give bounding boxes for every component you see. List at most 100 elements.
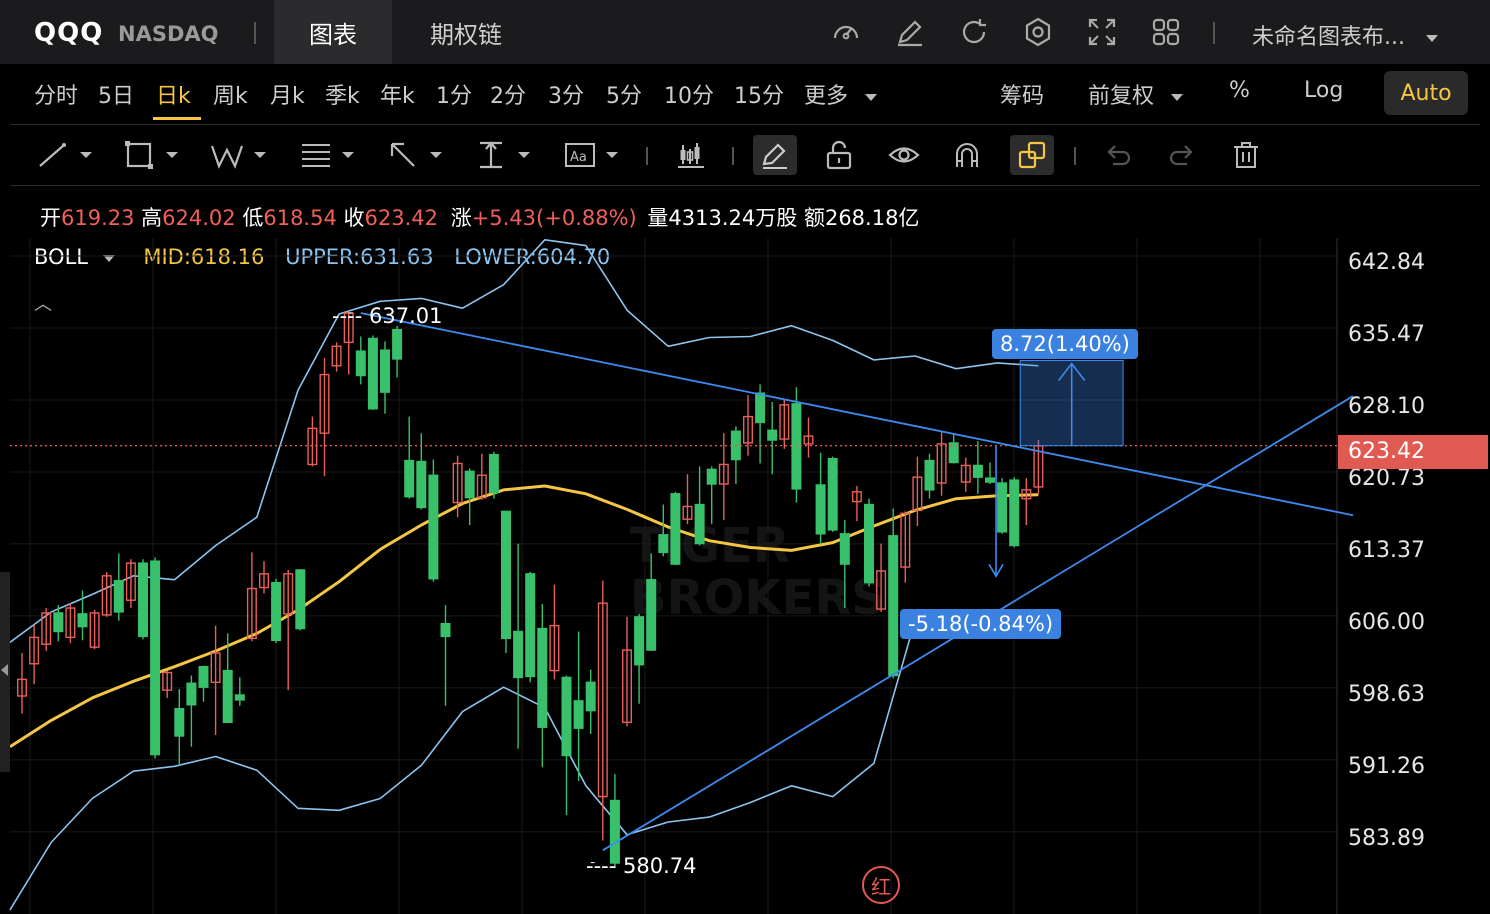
price-tick: 598.63 (1348, 682, 1425, 707)
period-monthly[interactable]: 月k (270, 78, 305, 110)
rectangle-tool-icon (125, 141, 178, 169)
fullscreen-icon[interactable] (1084, 14, 1120, 50)
drawing-toolbar: Aa (0, 125, 1490, 185)
price-tick: 613.37 (1348, 538, 1425, 563)
symbol[interactable]: QQQ (34, 18, 103, 48)
period-3min[interactable]: 3分 (548, 78, 584, 110)
candle-body (767, 429, 778, 441)
trash-icon (1234, 142, 1258, 168)
text-tool[interactable]: Aa (564, 135, 624, 175)
undo-button[interactable] (1103, 135, 1133, 175)
candlestick-chart[interactable] (0, 238, 1490, 914)
tab-chart[interactable]: 图表 (274, 0, 392, 64)
high-marker-value: 637.01 (369, 304, 443, 328)
candle-icon (678, 143, 704, 168)
left-panel-toggle[interactable] (0, 572, 10, 772)
candle-body (815, 484, 826, 535)
candle-body (997, 482, 1008, 533)
period-5day[interactable]: 5日 (98, 78, 134, 110)
auto-button[interactable]: Auto (1384, 71, 1468, 115)
fib-tool[interactable] (300, 135, 360, 175)
period-weekly[interactable]: 周k (213, 78, 248, 110)
candle-body (222, 669, 233, 724)
candle-body (670, 493, 681, 565)
period-5min[interactable]: 5分 (606, 78, 642, 110)
gauge-icon[interactable] (828, 14, 864, 50)
open-value: 619.23 (61, 206, 135, 230)
tab-option-chain[interactable]: 期权链 (406, 0, 526, 64)
chevron-left-icon (1, 664, 8, 676)
period-yearly[interactable]: 年k (380, 78, 415, 110)
boll-mid-line (9, 484, 1039, 749)
candle-body (137, 562, 148, 638)
measure-tool-icon (480, 141, 530, 169)
percent-button[interactable]: % (1229, 78, 1250, 103)
chips-button[interactable]: 筹码 (1000, 78, 1044, 110)
down-measure-label[interactable]: -5.18(-0.84%) (900, 609, 1062, 639)
change-label: 涨 (450, 206, 472, 230)
period-more[interactable]: 更多 (804, 78, 878, 110)
price-tick: 628.10 (1348, 394, 1425, 419)
candle-body (972, 464, 983, 478)
period-daily[interactable]: 日k (156, 78, 191, 110)
link-drawings-toggle[interactable] (1010, 135, 1054, 175)
active-period-underline (153, 117, 201, 120)
candle-body (113, 580, 124, 613)
chevron-down-icon (1425, 34, 1438, 42)
refresh-icon[interactable] (956, 14, 992, 50)
low-marker-value: 580.74 (623, 854, 697, 878)
undo-icon (1107, 145, 1131, 166)
layout-name: 未命名图表布... (1252, 25, 1405, 50)
candle-body (488, 453, 499, 494)
period-intraday[interactable]: 分时 (34, 78, 78, 110)
draw-mode-toggle[interactable] (753, 135, 797, 175)
magnet-tool[interactable] (952, 135, 982, 175)
pen-icon (762, 143, 787, 169)
lock-tool[interactable] (824, 135, 854, 175)
up-measure-label[interactable]: 8.72(1.40%) (992, 329, 1138, 359)
measure-tool[interactable] (476, 135, 536, 175)
period-15min[interactable]: 15分 (734, 78, 784, 110)
candle-type-tool[interactable] (676, 135, 706, 175)
divider (646, 147, 648, 165)
settings-icon[interactable] (1020, 14, 1056, 50)
low-value: 618.54 (263, 206, 337, 230)
price-tick: 606.00 (1348, 610, 1425, 635)
candle-body (585, 681, 596, 712)
arrow-tool[interactable] (388, 135, 448, 175)
candle-body (271, 581, 282, 641)
period-10min[interactable]: 10分 (664, 78, 714, 110)
period-quarterly[interactable]: 季k (325, 78, 360, 110)
period-1min[interactable]: 1分 (436, 78, 472, 110)
adjust-selector[interactable]: 前复权 (1088, 78, 1184, 110)
candle-body (464, 470, 475, 499)
edit-icon[interactable] (892, 14, 928, 50)
wave-tool[interactable] (210, 135, 272, 175)
candle-body (198, 665, 209, 688)
candle-body (367, 337, 378, 410)
low-marker-label: ---- 580.74 (586, 854, 697, 878)
high-marker-label: ---- 637.01 (332, 304, 443, 328)
visibility-tool[interactable] (888, 135, 920, 175)
exchange-label: NASDAQ (118, 22, 219, 46)
rectangle-tool[interactable] (124, 135, 184, 175)
red-badge[interactable]: 红 (862, 866, 900, 904)
log-button[interactable]: Log (1304, 78, 1343, 103)
period-2min[interactable]: 2分 (490, 78, 526, 110)
candle-body (404, 459, 415, 498)
candle-body (53, 612, 64, 633)
candle-body (513, 630, 524, 679)
layout-grid-icon[interactable] (1148, 14, 1184, 50)
delete-drawings-button[interactable] (1231, 135, 1261, 175)
chevron-down-icon (865, 93, 878, 101)
layout-selector[interactable]: 未命名图表布... (1252, 19, 1438, 51)
candle-body (658, 534, 669, 554)
current-price-label: 623.42 (1338, 435, 1488, 469)
link-icon (1018, 141, 1046, 169)
candle-body (186, 682, 197, 706)
redo-button[interactable] (1167, 135, 1197, 175)
divider (10, 185, 1480, 186)
line-tool[interactable] (38, 135, 98, 175)
unlock-icon (826, 140, 852, 170)
price-tick: 583.89 (1348, 826, 1425, 851)
